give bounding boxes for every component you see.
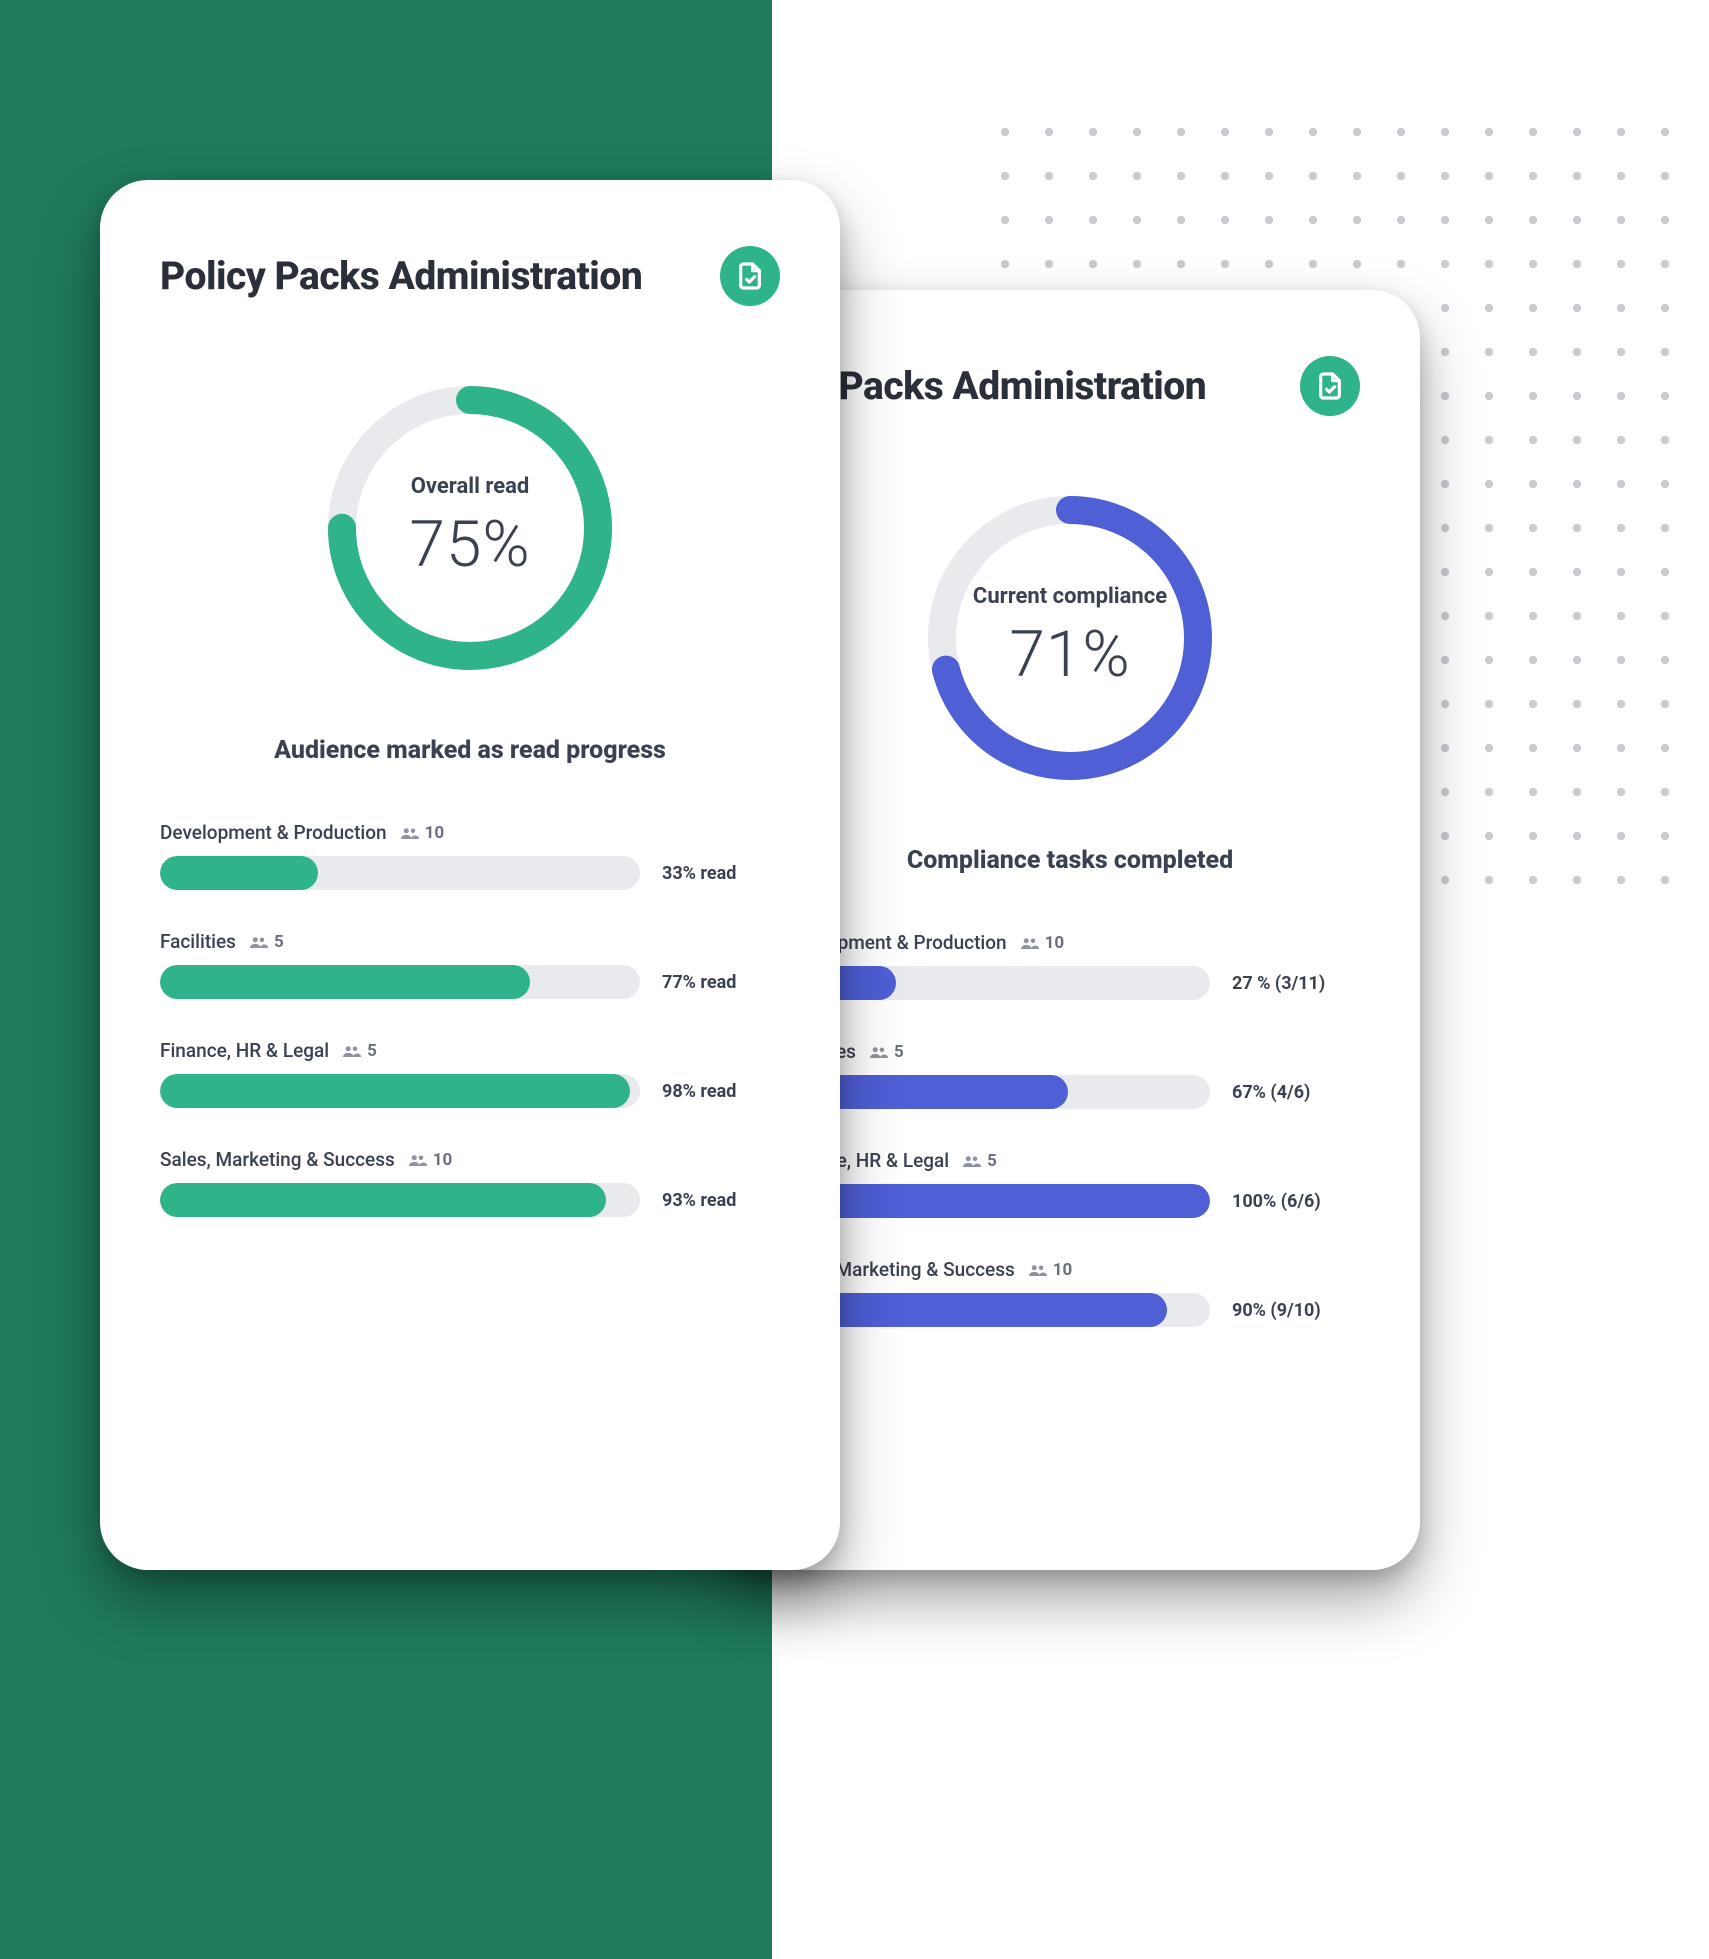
row-body: 93% read: [160, 1183, 780, 1217]
people-count: 5: [870, 1042, 904, 1062]
document-check-badge: [1300, 356, 1360, 416]
row-name: Finance, HR & Legal: [160, 1039, 329, 1062]
read-rows: Development & Production 10 33% read Facili…: [160, 821, 780, 1217]
document-check-icon: [734, 260, 766, 292]
row-header: Sales, Marketing & Success 10: [160, 1148, 780, 1171]
row-body: 90% (9/10): [780, 1293, 1360, 1327]
progress-bar-fill: [160, 965, 530, 999]
progress-bar: [780, 1293, 1210, 1327]
row-body: 67% (4/6): [780, 1075, 1360, 1109]
row-body: 98% read: [160, 1074, 780, 1108]
donut-label: Current compliance: [973, 584, 1167, 610]
page-title: Policy Packs Administration: [160, 253, 642, 299]
donut-value: 75%: [409, 507, 530, 582]
progress-bar-fill: [160, 1074, 630, 1108]
card-header: icy Packs Administration: [780, 356, 1360, 416]
people-count: 5: [250, 932, 284, 952]
progress-readout: 77% read: [662, 972, 780, 993]
row-header: Development & Production10: [780, 931, 1360, 954]
row-header: Facilities 5: [160, 930, 780, 953]
progress-readout: 100% (6/6): [1232, 1191, 1360, 1212]
progress-bar: [160, 1074, 640, 1108]
row-body: 33% read: [160, 856, 780, 890]
progress-bar: [160, 856, 640, 890]
compliance-donut: Current compliance 71%: [920, 488, 1220, 788]
row-body: 27 % (3/11): [780, 966, 1360, 1000]
row-header: Finance, HR & Legal5: [780, 1149, 1360, 1172]
people-count: 10: [1029, 1260, 1073, 1280]
row-name: Sales, Marketing & Success: [160, 1148, 395, 1171]
row-header: Sales, Marketing & Success10: [780, 1258, 1360, 1281]
people-count: 10: [1021, 933, 1065, 953]
progress-row: Development & Production10 27 % (3/11): [780, 931, 1360, 1000]
people-count: 5: [343, 1041, 377, 1061]
progress-readout: 90% (9/10): [1232, 1300, 1360, 1321]
progress-bar: [160, 1183, 640, 1217]
progress-bar-fill: [780, 1184, 1210, 1218]
row-body: 100% (6/6): [780, 1184, 1360, 1218]
row-body: 77% read: [160, 965, 780, 999]
row-header: Facilities5: [780, 1040, 1360, 1063]
row-name: Facilities: [160, 930, 236, 953]
progress-row: Finance, HR & Legal 5 98% read: [160, 1039, 780, 1108]
people-count: 10: [401, 823, 445, 843]
progress-readout: 67% (4/6): [1232, 1082, 1360, 1103]
document-check-icon: [1314, 370, 1346, 402]
progress-row: Development & Production 10 33% read: [160, 821, 780, 890]
read-progress-card: Policy Packs Administration Overall read…: [100, 180, 840, 1570]
row-header: Development & Production 10: [160, 821, 780, 844]
donut-label: Overall read: [411, 474, 530, 500]
progress-bar: [160, 965, 640, 999]
progress-row: Facilities5 67% (4/6): [780, 1040, 1360, 1109]
progress-row: Finance, HR & Legal5 100% (6/6): [780, 1149, 1360, 1218]
compliance-rows: Development & Production10 27 % (3/11) Fac…: [780, 931, 1360, 1327]
donut-value: 71%: [1009, 617, 1130, 692]
progress-readout: 27 % (3/11): [1232, 973, 1360, 994]
people-count: 10: [409, 1150, 453, 1170]
section-heading: Audience marked as read progress: [160, 736, 780, 765]
progress-bar-fill: [160, 1183, 606, 1217]
donut-chart-wrap: Overall read 75%: [160, 378, 780, 678]
progress-row: Facilities 5 77% read: [160, 930, 780, 999]
progress-readout: 33% read: [662, 863, 780, 884]
row-header: Finance, HR & Legal 5: [160, 1039, 780, 1062]
progress-bar: [780, 966, 1210, 1000]
donut-chart-wrap: Current compliance 71%: [780, 488, 1360, 788]
progress-readout: 98% read: [662, 1081, 780, 1102]
progress-row: Sales, Marketing & Success10 90% (9/10): [780, 1258, 1360, 1327]
card-header: Policy Packs Administration: [160, 246, 780, 306]
progress-bar-fill: [160, 856, 318, 890]
progress-bar: [780, 1184, 1210, 1218]
read-donut: Overall read 75%: [320, 378, 620, 678]
document-check-badge: [720, 246, 780, 306]
progress-row: Sales, Marketing & Success 10 93% read: [160, 1148, 780, 1217]
page-title: icy Packs Administration: [780, 363, 1206, 409]
section-heading: Compliance tasks completed: [780, 846, 1360, 875]
people-count: 5: [963, 1151, 997, 1171]
progress-readout: 93% read: [662, 1190, 780, 1211]
progress-bar: [780, 1075, 1210, 1109]
row-name: Development & Production: [160, 821, 387, 844]
